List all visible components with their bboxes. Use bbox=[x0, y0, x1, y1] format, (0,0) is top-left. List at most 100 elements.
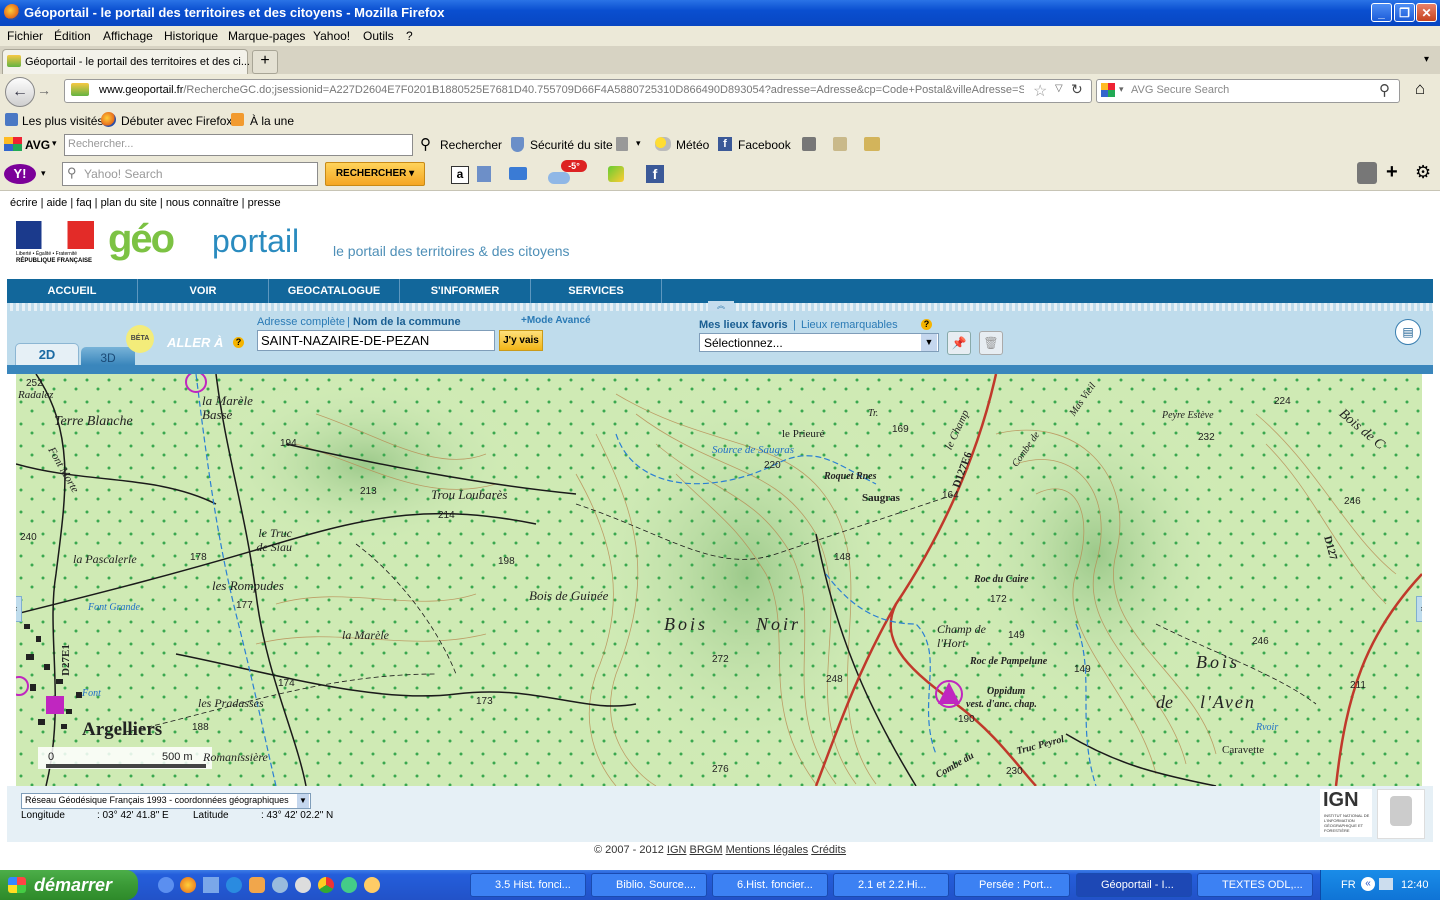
link-credits[interactable]: Crédits bbox=[811, 844, 846, 856]
quicklaunch-ie-icon[interactable] bbox=[226, 877, 242, 893]
quicklaunch-icon[interactable] bbox=[341, 877, 357, 893]
weather-cloud-icon[interactable] bbox=[548, 172, 570, 184]
link-nous-connaitre[interactable]: nous connaître bbox=[166, 197, 239, 209]
add-icon[interactable]: + bbox=[1386, 161, 1398, 184]
taskbar-window[interactable]: Persée : Port... bbox=[954, 873, 1070, 897]
facebook-button[interactable]: Facebook bbox=[738, 138, 791, 152]
link-faq[interactable]: faq bbox=[76, 197, 91, 209]
link-aide[interactable]: aide bbox=[47, 197, 68, 209]
tray-chevron-icon[interactable]: « bbox=[1361, 877, 1375, 891]
quicklaunch-firefox-icon[interactable] bbox=[180, 877, 196, 893]
menu-outils[interactable]: Outils bbox=[363, 29, 394, 43]
nav-voir[interactable]: VOIR bbox=[138, 279, 269, 303]
network-icon[interactable] bbox=[1379, 878, 1393, 890]
menu-help[interactable]: ? bbox=[406, 29, 413, 43]
tab-geoportail[interactable]: Géoportail - le portail des territoires … bbox=[2, 49, 250, 75]
amazon-icon[interactable]: a bbox=[451, 166, 469, 184]
favorites-help-icon[interactable]: ? bbox=[921, 319, 932, 330]
go-button[interactable]: J'y vais bbox=[499, 330, 543, 351]
ign-logo[interactable]: IGN INSTITUT NATIONAL DE L'INFORMATION G… bbox=[1320, 789, 1372, 837]
pan-right-icon[interactable]: › bbox=[1416, 596, 1422, 622]
tab-list-chevron-icon[interactable]: ▾ bbox=[1424, 54, 1429, 65]
nav-geocatalogue[interactable]: GEOCATALOGUE bbox=[269, 279, 400, 303]
games-icon[interactable] bbox=[608, 166, 624, 182]
taskbar-window[interactable]: 6.Hist. foncier... bbox=[712, 873, 828, 897]
toolbar-menu-icon[interactable] bbox=[1357, 162, 1377, 184]
search-bar[interactable]: ▾ AVG Secure Search ⚲ bbox=[1096, 79, 1400, 103]
bookmark-most-visited[interactable]: Les plus visités bbox=[22, 114, 103, 128]
tab-3d[interactable]: 3D bbox=[81, 347, 135, 365]
yahoo-logo-icon[interactable]: Y! bbox=[4, 164, 36, 184]
taskbar-window[interactable]: Biblio. Source.... bbox=[591, 873, 707, 897]
dgr-logo[interactable] bbox=[1377, 789, 1425, 839]
topographic-map[interactable]: Radalez Terre Blanche la Marèle Basse Tr… bbox=[16, 374, 1422, 786]
menu-marque-pages[interactable]: Marque-pages bbox=[228, 29, 305, 43]
help-icon[interactable]: ? bbox=[233, 337, 244, 348]
taskbar-window[interactable]: 3.5 Hist. fonci... bbox=[470, 873, 586, 897]
avg-search-button[interactable]: Rechercher bbox=[440, 138, 502, 152]
bookmark-getting-started[interactable]: Débuter avec Firefox bbox=[121, 114, 232, 128]
taskbar-window[interactable]: TEXTES ODL,... bbox=[1197, 873, 1313, 897]
start-button[interactable]: démarrer bbox=[0, 870, 138, 900]
url-bar[interactable]: www.geoportail.fr/RechercheGC.do;jsessio… bbox=[64, 79, 1092, 103]
site-identity-icon[interactable] bbox=[71, 83, 89, 96]
address-input[interactable]: SAINT-NAZAIRE-DE-PEZAN bbox=[257, 330, 495, 351]
notepad-icon[interactable] bbox=[833, 137, 847, 151]
link-presse[interactable]: presse bbox=[248, 197, 281, 209]
menu-historique[interactable]: Historique bbox=[164, 29, 218, 43]
mail-icon[interactable] bbox=[509, 167, 527, 180]
tab-2d[interactable]: 2D bbox=[15, 343, 79, 366]
quicklaunch-icon[interactable] bbox=[272, 877, 288, 893]
crs-select[interactable]: Réseau Géodésique Français 1993 - coordo… bbox=[21, 793, 311, 809]
tab-adresse-complete[interactable]: Adresse complète bbox=[257, 316, 345, 328]
close-button[interactable]: ✕ bbox=[1416, 3, 1437, 22]
weather-button[interactable]: Météo bbox=[676, 138, 709, 152]
screenshot-icon[interactable] bbox=[864, 137, 880, 151]
reload-icon[interactable]: ↻ bbox=[1071, 81, 1083, 98]
calculator-icon[interactable] bbox=[802, 137, 816, 151]
link-ecrire[interactable]: écrire bbox=[10, 197, 38, 209]
language-indicator[interactable]: FR bbox=[1341, 879, 1356, 891]
republique-francaise-logo[interactable]: Liberté • Égalité • Fraternité RÉPUBLIQU… bbox=[16, 221, 96, 269]
home-icon[interactable]: ⌂ bbox=[1408, 79, 1432, 101]
search-magnifier-icon[interactable]: ⚲ bbox=[1379, 81, 1390, 99]
quicklaunch-icon[interactable] bbox=[364, 877, 380, 893]
trash-icon[interactable] bbox=[616, 137, 628, 151]
link-ign[interactable]: IGN bbox=[667, 844, 687, 856]
tab-nom-commune[interactable]: Nom de la commune bbox=[353, 316, 461, 328]
remarkable-places-link[interactable]: Lieux remarquables bbox=[801, 319, 898, 331]
favorites-select[interactable]: Sélectionnez... ▼ bbox=[699, 333, 939, 352]
avg-brand[interactable]: AVG bbox=[25, 138, 50, 152]
link-plan-du-site[interactable]: plan du site bbox=[101, 197, 157, 209]
quicklaunch-icon[interactable] bbox=[158, 877, 174, 893]
bookmark-a-la-une[interactable]: À la une bbox=[250, 114, 294, 128]
delete-favorite-icon[interactable]: 🗑 bbox=[979, 331, 1003, 355]
bookmarks-icon[interactable] bbox=[477, 166, 491, 182]
minimize-button[interactable]: _ bbox=[1371, 3, 1392, 22]
menu-affichage[interactable]: Affichage bbox=[103, 29, 153, 43]
collapse-panel-icon[interactable]: ︽ bbox=[708, 301, 734, 311]
forward-arrow-icon[interactable]: → bbox=[37, 82, 51, 98]
nav-sinformer[interactable]: S'INFORMER bbox=[400, 279, 531, 303]
quicklaunch-chrome-icon[interactable] bbox=[318, 877, 334, 893]
restore-button[interactable]: ❐ bbox=[1394, 3, 1415, 22]
layers-panel-icon[interactable]: ▤ bbox=[1395, 319, 1421, 345]
quicklaunch-media-icon[interactable] bbox=[295, 877, 311, 893]
settings-gear-icon[interactable]: ⚙ bbox=[1415, 162, 1431, 183]
bookmark-star-icon[interactable]: ☆ bbox=[1033, 81, 1047, 101]
favorites-label[interactable]: Mes lieux favoris bbox=[699, 319, 788, 331]
pan-left-icon[interactable]: ‹ bbox=[16, 596, 22, 622]
link-mentions-legales[interactable]: Mentions légales bbox=[726, 844, 809, 856]
menu-edition[interactable]: Édition bbox=[54, 29, 91, 43]
mode-avance-link[interactable]: +Mode Avancé bbox=[521, 315, 591, 326]
url-history-chevron-icon[interactable]: ▽ bbox=[1055, 83, 1063, 94]
pin-icon[interactable]: 📌 bbox=[947, 331, 971, 355]
new-tab-button[interactable]: + bbox=[252, 50, 278, 74]
nav-accueil[interactable]: ACCUEIL bbox=[7, 279, 138, 303]
avg-search-input[interactable]: Rechercher... bbox=[64, 134, 413, 156]
yahoo-search-button[interactable]: RECHERCHER ▾ bbox=[325, 162, 425, 186]
site-security-button[interactable]: Sécurité du site bbox=[530, 138, 613, 152]
taskbar-window[interactable]: 2.1 et 2.2.Hi... bbox=[833, 873, 949, 897]
quicklaunch-icon[interactable] bbox=[249, 877, 265, 893]
link-brgm[interactable]: BRGM bbox=[690, 844, 723, 856]
